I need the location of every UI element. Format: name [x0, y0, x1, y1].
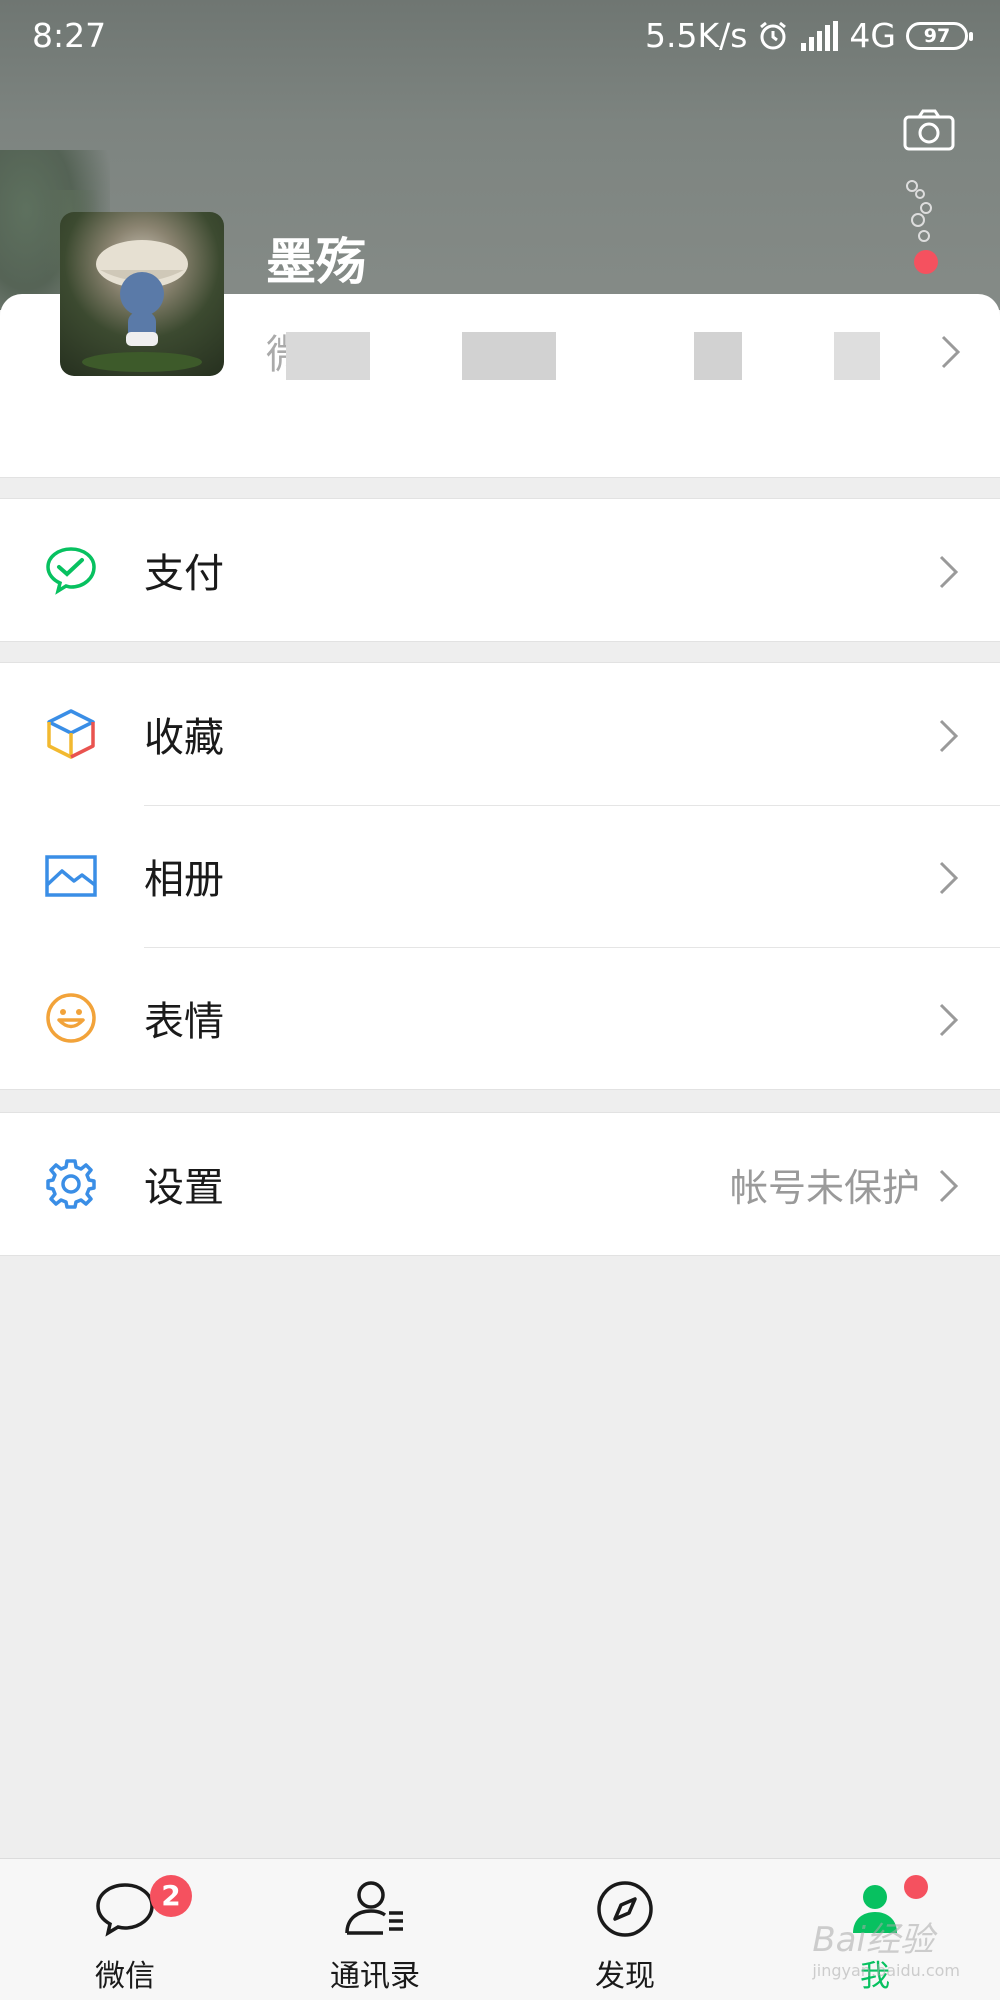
chevron-right-icon [939, 1169, 959, 1203]
settings-label: 设置 [144, 1165, 224, 1211]
menu-item-favorites[interactable]: 收藏 [0, 663, 1000, 805]
baidu-jingyan-watermark: Bai经验 jingyan.baidu.com [812, 1912, 960, 1980]
chevron-right-icon [939, 555, 959, 589]
album-label: 相册 [144, 857, 224, 903]
tab-me-dot [904, 1875, 928, 1899]
contacts-icon [345, 1881, 403, 1935]
bottom-tab-bar: 2 微信 通讯录 发现 我 Bai经验 jingyan.baidu.com [0, 1858, 1000, 2000]
stickers-label: 表情 [144, 999, 224, 1045]
redacted-block [694, 332, 742, 380]
menu-item-album[interactable]: 相册 [0, 805, 1000, 947]
chevron-right-icon [939, 861, 959, 895]
settings-section: 设置 帐号未保护 [0, 1112, 1000, 1256]
pay-label: 支付 [144, 551, 224, 597]
network-type: 4G [849, 16, 896, 55]
watermark-url: jingyan.baidu.com [812, 1961, 960, 1980]
chat-bubble-icon [96, 1883, 154, 1937]
tab-chats-label: 微信 [95, 1959, 155, 1994]
image-icon [45, 855, 97, 897]
camera-icon[interactable] [902, 108, 956, 152]
tab-discover-label: 发现 [595, 1959, 655, 1994]
tab-discover[interactable]: 发现 [500, 1859, 750, 2000]
redacted-block [462, 332, 556, 380]
signal-icon [801, 20, 839, 51]
tab-contacts-label: 通讯录 [330, 1959, 420, 1994]
favorites-label: 收藏 [144, 715, 224, 761]
alarm-icon [760, 21, 787, 49]
redacted-block [834, 332, 880, 380]
redacted-block [286, 332, 370, 380]
status-time: 8:27 [32, 16, 107, 55]
status-notification-dot [914, 250, 938, 274]
account-protection-status: 帐号未保护 [729, 1165, 920, 1210]
network-speed: 5.5K/s [644, 16, 748, 55]
chevron-right-icon [939, 719, 959, 753]
status-icons: 5.5K/s 4G 97 [644, 16, 973, 55]
menu-item-stickers[interactable]: 表情 [0, 947, 1000, 1089]
gear-icon [46, 1159, 96, 1209]
compass-icon [597, 1881, 653, 1937]
chevron-right-icon [939, 1003, 959, 1037]
watermark-text: Bai经验 [812, 1920, 934, 1960]
avatar[interactable] [60, 212, 224, 376]
profile-nickname: 墨殇 [266, 233, 366, 291]
wechat-pay-icon [46, 547, 96, 595]
avatar-image [82, 240, 202, 372]
menu-item-pay[interactable]: 支付 [0, 499, 1000, 641]
menu-item-settings[interactable]: 设置 帐号未保护 [0, 1113, 1000, 1255]
status-bubbles-icon[interactable] [900, 180, 940, 260]
pay-section: 支付 [0, 498, 1000, 642]
collections-section: 收藏 相册 表情 [0, 662, 1000, 1090]
tab-contacts[interactable]: 通讯录 [250, 1859, 500, 2000]
chevron-right-icon[interactable] [940, 334, 962, 370]
unread-badge: 2 [150, 1875, 192, 1917]
cube-icon [47, 709, 95, 759]
status-bar: 8:27 5.5K/s 4G 97 [0, 0, 1000, 72]
tab-chats[interactable]: 2 微信 [0, 1859, 250, 2000]
smiley-icon [46, 993, 96, 1043]
battery-indicator: 97 [906, 21, 973, 50]
